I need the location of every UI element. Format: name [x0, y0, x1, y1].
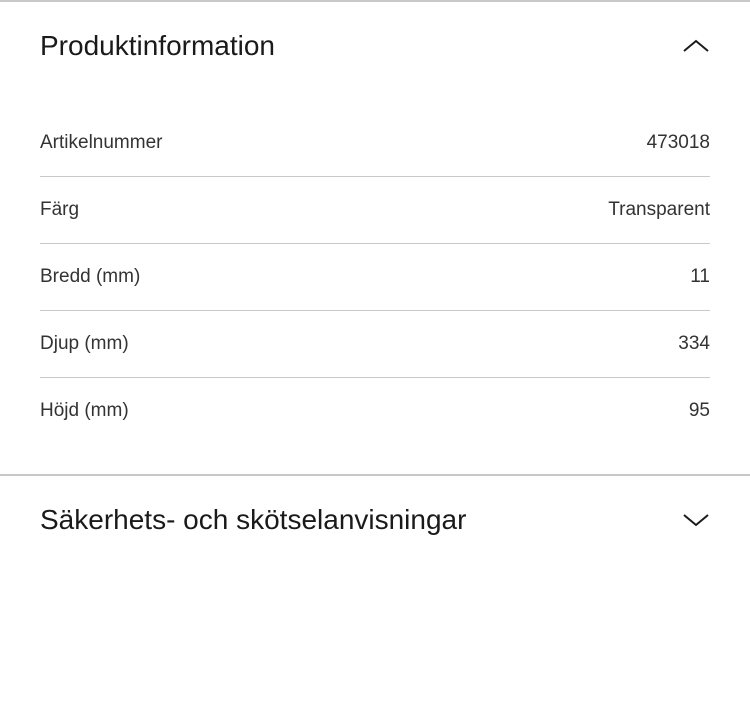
spec-row: Bredd (mm) 11: [40, 244, 710, 311]
section-title: Säkerhets- och skötselanvisningar: [40, 504, 466, 536]
spec-row: Färg Transparent: [40, 177, 710, 244]
spec-label: Färg: [40, 199, 79, 221]
spec-label: Artikelnummer: [40, 132, 162, 154]
accordion-header-safety-care[interactable]: Säkerhets- och skötselanvisningar: [0, 476, 750, 564]
chevron-down-icon: [682, 513, 710, 527]
spec-value: 11: [690, 266, 710, 288]
chevron-up-icon: [682, 39, 710, 53]
spec-value: Transparent: [608, 199, 710, 221]
spec-value: 334: [678, 333, 710, 355]
spec-row: Djup (mm) 334: [40, 311, 710, 378]
spec-label: Bredd (mm): [40, 266, 140, 288]
section-title: Produktinformation: [40, 30, 275, 62]
accordion-section-product-info: Produktinformation Artikelnummer 473018 …: [0, 0, 750, 474]
accordion-header-product-info[interactable]: Produktinformation: [0, 2, 750, 90]
section-body: Artikelnummer 473018 Färg Transparent Br…: [0, 90, 750, 474]
spec-value: 473018: [647, 132, 710, 154]
spec-label: Höjd (mm): [40, 400, 129, 422]
spec-row: Artikelnummer 473018: [40, 110, 710, 177]
spec-value: 95: [689, 400, 710, 422]
accordion-section-safety-care: Säkerhets- och skötselanvisningar: [0, 474, 750, 564]
spec-row: Höjd (mm) 95: [40, 378, 710, 444]
spec-label: Djup (mm): [40, 333, 129, 355]
